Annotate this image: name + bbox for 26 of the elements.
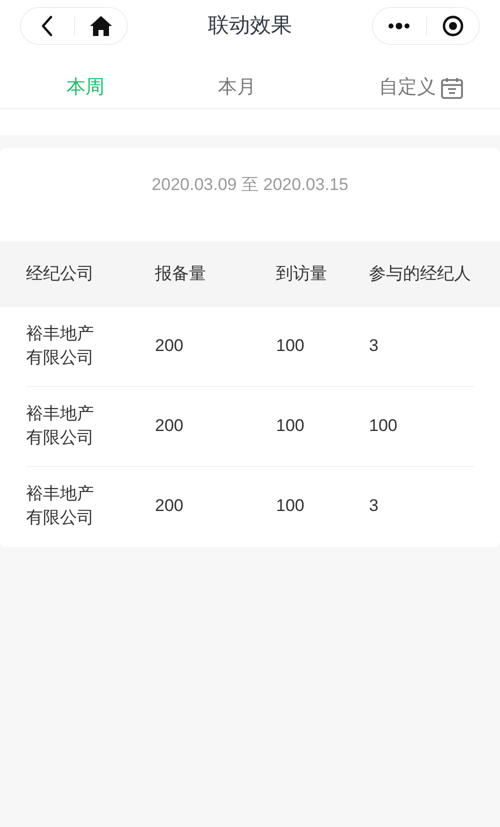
column-header: 到访量 xyxy=(276,264,327,282)
table-cell-text: 裕丰地产有限公司 xyxy=(26,402,95,448)
table-cell-text: 100 xyxy=(276,495,304,517)
table-cell-text: 3 xyxy=(369,334,378,356)
table-cell-text: 100 xyxy=(369,414,398,436)
table-cell-text: 100 xyxy=(276,414,304,436)
tab[interactable]: 本月 xyxy=(161,71,313,105)
target-icon xyxy=(442,15,464,37)
calendar-icon xyxy=(440,76,464,100)
table-cell-text: 裕丰地产有限公司 xyxy=(26,483,95,529)
column-header: 参与的经纪人 xyxy=(369,264,471,282)
tab[interactable]: 自定义 xyxy=(312,71,500,105)
table-cell-text: 3 xyxy=(369,495,378,517)
page-title: 联动效果 xyxy=(208,13,292,40)
column-header: 报备量 xyxy=(155,264,206,282)
more-icon xyxy=(387,22,412,30)
table-cell-text: 100 xyxy=(276,334,304,356)
back-icon xyxy=(41,15,54,37)
column-header: 经纪公司 xyxy=(26,264,94,282)
table-cell-text: 裕丰地产有限公司 xyxy=(26,322,95,368)
table-cell-text: 200 xyxy=(155,334,184,356)
table-cell-text: 200 xyxy=(155,414,184,436)
tab[interactable]: 本周 xyxy=(10,71,162,105)
date-range: 2020.03.09 至 2020.03.15 xyxy=(150,174,350,196)
home-icon xyxy=(88,15,113,37)
table-cell-text: 200 xyxy=(155,495,184,517)
